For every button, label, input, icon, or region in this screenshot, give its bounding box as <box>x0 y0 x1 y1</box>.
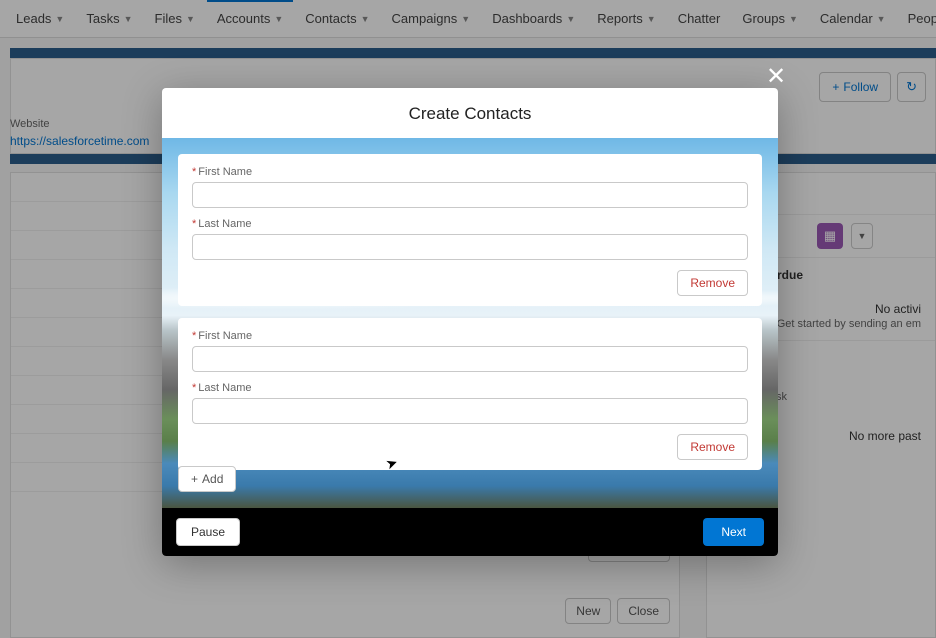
header-actions: + Follow ↻ <box>819 72 926 102</box>
modal-title: Create Contacts <box>162 88 778 138</box>
modal-footer: Pause Next <box>162 508 778 556</box>
remove-record-button[interactable]: Remove <box>677 434 748 460</box>
first-name-label: *First Name <box>192 166 748 178</box>
nav-campaigns[interactable]: Campaigns▼ <box>382 0 481 38</box>
chevron-down-icon: ▼ <box>186 14 195 24</box>
nav-chatter[interactable]: Chatter <box>668 0 731 38</box>
modal-body: *First Name *Last Name Remove *First Nam… <box>162 138 778 508</box>
close-icon: ✕ <box>766 62 786 91</box>
nav-label: Calendar <box>820 11 873 26</box>
chevron-down-icon: ▼ <box>274 14 283 24</box>
follow-button[interactable]: + Follow <box>819 72 891 102</box>
nav-label: People <box>908 11 936 26</box>
nav-calendar[interactable]: Calendar ▼ <box>810 0 896 38</box>
add-record-button[interactable]: + Add <box>178 466 236 492</box>
nav-contacts[interactable]: Contacts ▼ <box>295 0 379 38</box>
nav-groups[interactable]: Groups ▼ <box>732 0 808 38</box>
nav-label: Contacts <box>305 11 356 26</box>
top-nav-bar: Leads ▼ Tasks ▼ Files ▼ Accounts ▼ Contacts ▼… <box>0 0 936 38</box>
chevron-down-icon: ▼ <box>789 14 798 24</box>
follow-button-label: Follow <box>843 80 878 94</box>
chevron-down-icon: ▼ <box>124 14 133 24</box>
nav-label: Files <box>155 11 182 26</box>
nav-tasks[interactable]: Tasks ▼ <box>76 0 142 38</box>
nav-accounts[interactable]: Accounts ▼ <box>207 0 293 38</box>
new-button[interactable]: New <box>565 598 611 624</box>
nav-label: Groups <box>742 11 785 26</box>
chevron-down-icon: ▼ <box>461 14 470 24</box>
chevron-down-icon: ▼ <box>361 14 370 24</box>
nav-label: Reports <box>597 11 643 26</box>
nav-label: Accounts <box>217 11 270 26</box>
close-button[interactable]: Close <box>617 598 670 624</box>
first-name-label: *First Name <box>192 330 748 342</box>
next-button[interactable]: Next <box>703 518 764 546</box>
nav-reports[interactable]: Reports ▼ <box>587 0 665 38</box>
chevron-down-icon: ▼ <box>647 14 656 24</box>
nav-label: Dashboards <box>492 11 562 26</box>
chevron-down-icon: ▼ <box>877 14 886 24</box>
plus-icon: + <box>832 80 839 94</box>
chevron-down-icon: ▼ <box>858 231 867 241</box>
nav-people[interactable]: People▼ <box>898 0 936 38</box>
plus-icon: + <box>191 472 198 486</box>
calendar-icon[interactable]: ▦ <box>817 223 843 249</box>
nav-label: Tasks <box>86 11 119 26</box>
website-label: Website <box>10 118 50 130</box>
nav-leads[interactable]: Leads ▼ <box>6 0 74 38</box>
nav-files[interactable]: Files ▼ <box>145 0 205 38</box>
remove-record-button[interactable]: Remove <box>677 270 748 296</box>
nav-label: Campaigns <box>392 11 458 26</box>
contact-record-card: *First Name *Last Name Remove <box>178 154 762 306</box>
last-name-input[interactable] <box>192 398 748 424</box>
chevron-down-icon: ▼ <box>566 14 575 24</box>
nav-label: Leads <box>16 11 51 26</box>
first-name-input[interactable] <box>192 346 748 372</box>
last-name-input[interactable] <box>192 234 748 260</box>
create-contacts-modal: Create Contacts *First Name *Last Name R… <box>162 88 778 556</box>
last-name-label: *Last Name <box>192 218 748 230</box>
calendar-dropdown[interactable]: ▼ <box>851 223 873 249</box>
refresh-icon: ↻ <box>906 79 917 94</box>
refresh-button[interactable]: ↻ <box>897 72 926 102</box>
modal-close-button[interactable]: ✕ <box>764 64 788 88</box>
last-name-label: *Last Name <box>192 382 748 394</box>
nav-label: Chatter <box>678 11 721 26</box>
first-name-input[interactable] <box>192 182 748 208</box>
chevron-down-icon: ▼ <box>55 14 64 24</box>
nav-dashboards[interactable]: Dashboards ▼ <box>482 0 585 38</box>
pause-button[interactable]: Pause <box>176 518 240 546</box>
website-link[interactable]: https://salesforcetime.com <box>10 134 149 148</box>
contact-record-card: *First Name *Last Name Remove <box>178 318 762 470</box>
record-actions: New Close <box>565 598 670 624</box>
add-button-label: Add <box>202 472 223 486</box>
